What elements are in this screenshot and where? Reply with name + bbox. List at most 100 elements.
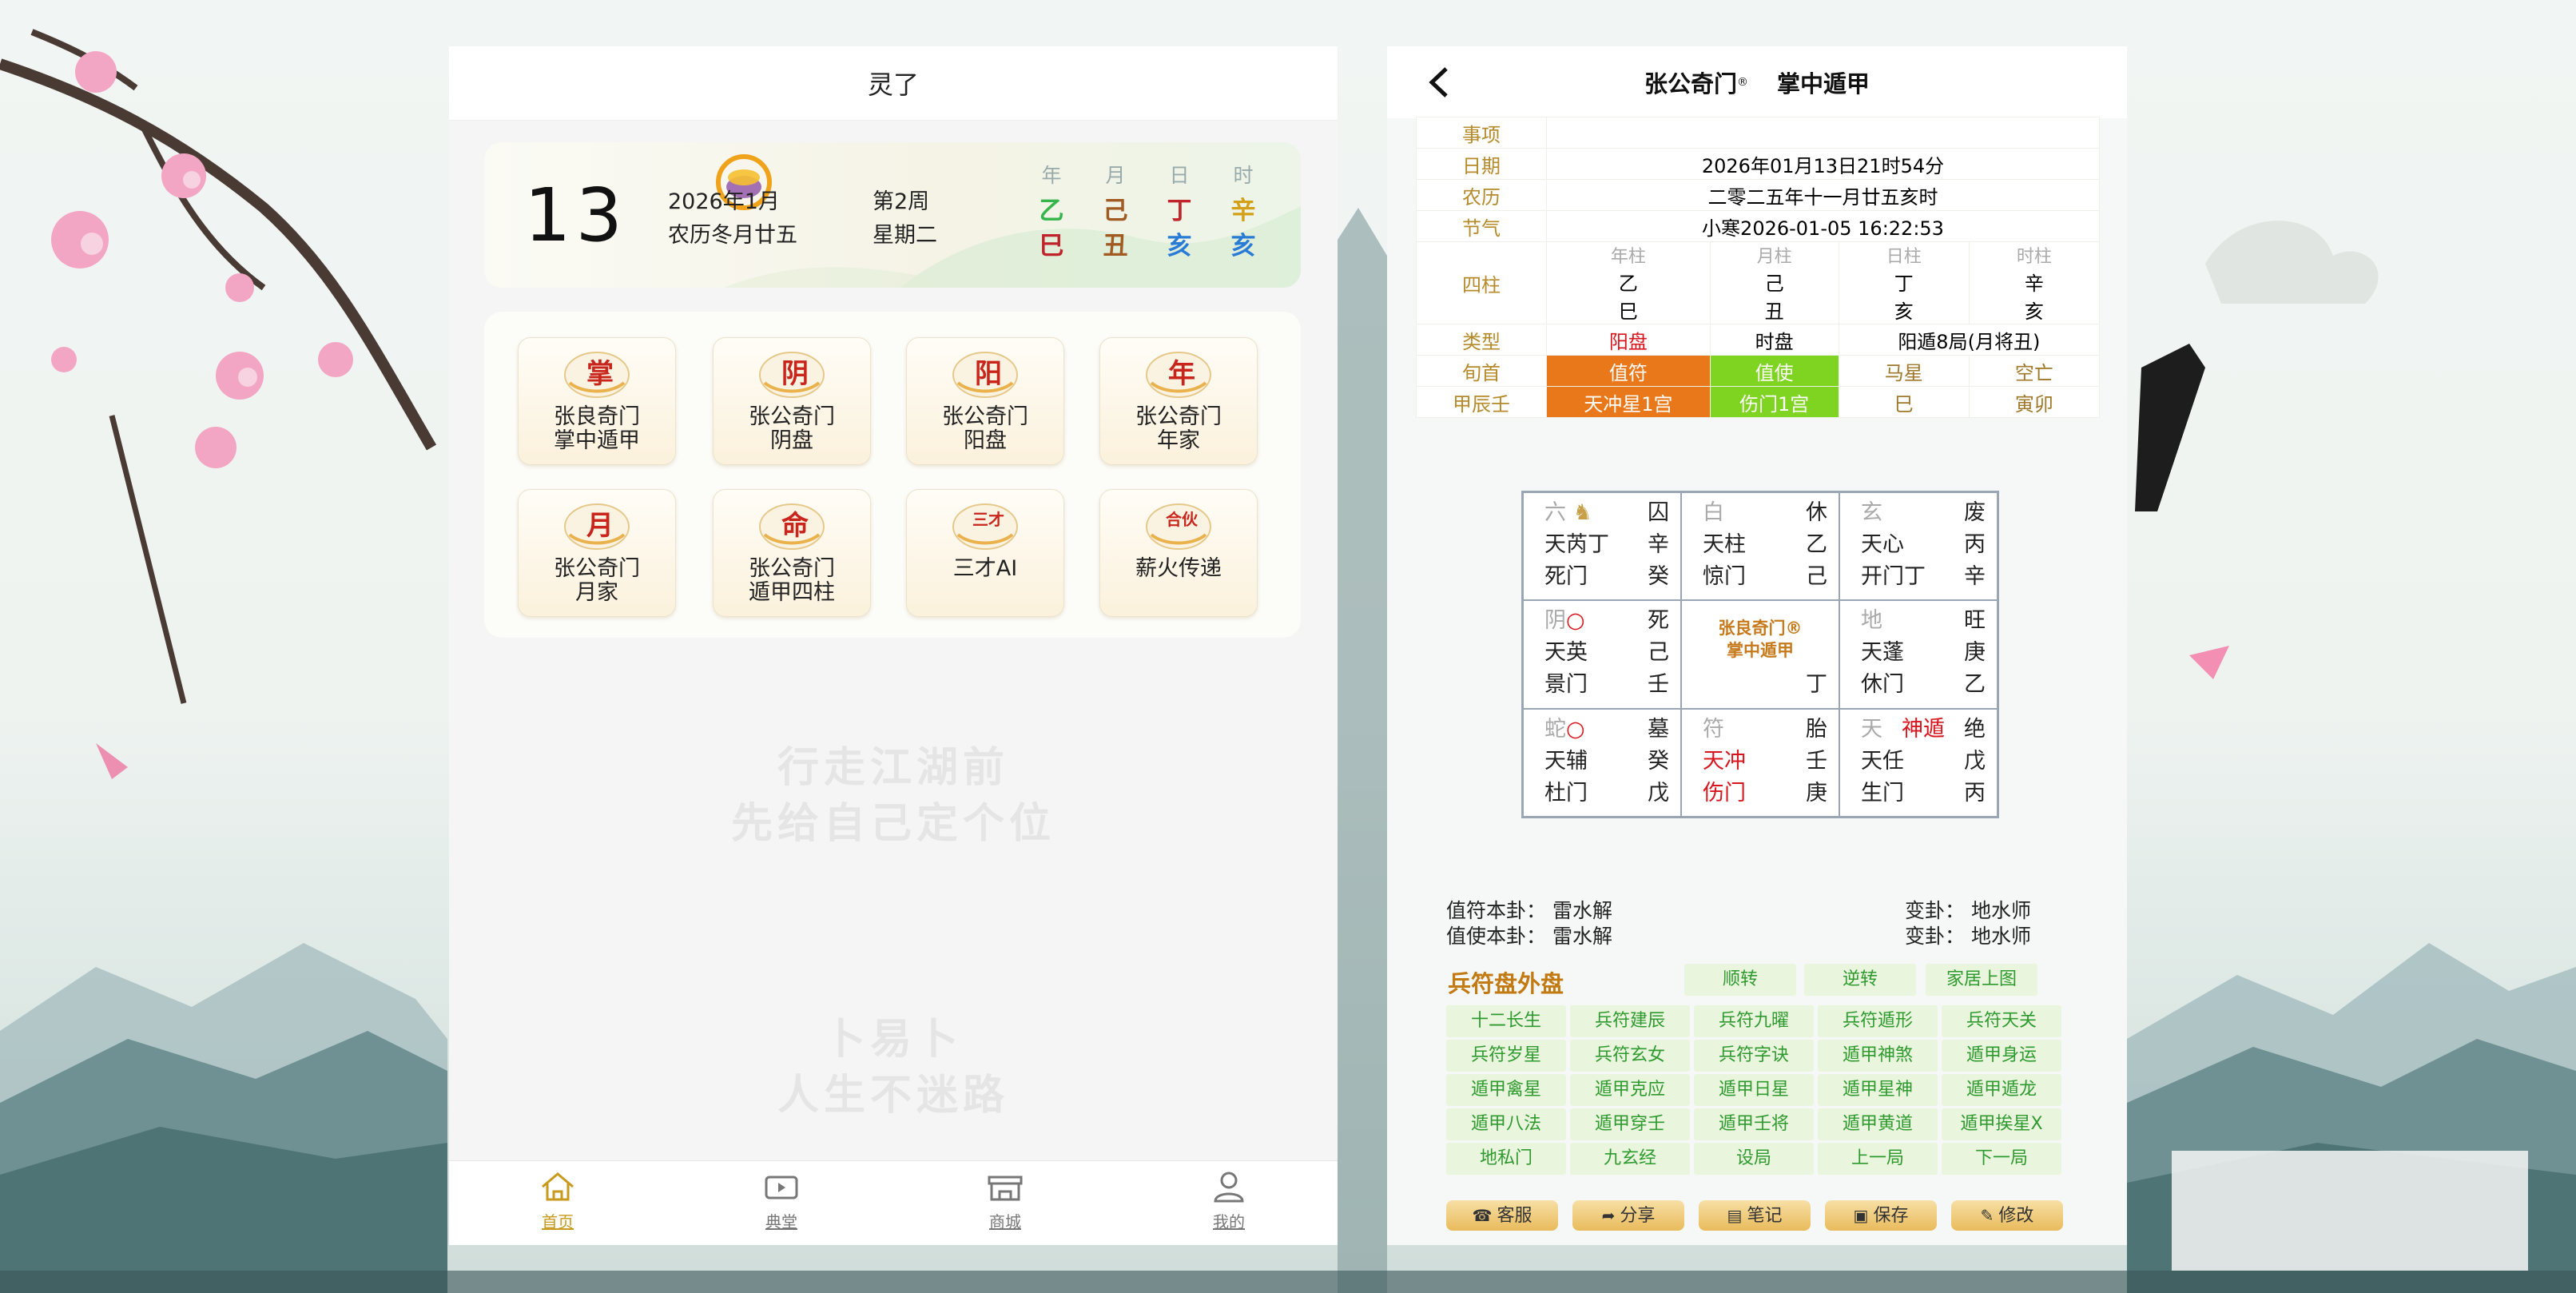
nav-mine[interactable]: 我的	[1181, 1171, 1277, 1232]
outer-plate-button[interactable]: 遁甲遁龙	[1942, 1074, 2061, 1106]
palace-line: 六 ♞ 囚	[1544, 498, 1669, 528]
palace-text-value: 胎	[1806, 716, 1827, 742]
palace-cell-8[interactable]: 符胎天冲壬伤门庚	[1681, 708, 1839, 817]
palace-text-value: 天冲	[1703, 748, 1746, 774]
action-button-2[interactable]: ➦ 分享	[1572, 1200, 1684, 1231]
outer-plate-button[interactable]: 遁甲穿壬	[1570, 1108, 1690, 1140]
lunar-date: 农历冬月廿五	[668, 223, 797, 248]
menu-tile-1[interactable]: 掌张良奇门 掌中遁甲	[518, 337, 676, 465]
horse-icon: ♞	[1566, 500, 1592, 525]
action-button-3[interactable]: ▤ 笔记	[1699, 1200, 1811, 1231]
menu-tile-8[interactable]: 合伙 薪火传递	[1099, 489, 1258, 617]
outer-plate-button[interactable]: 遁甲挨星X	[1942, 1108, 2061, 1140]
nav-hall[interactable]: 典堂	[733, 1171, 829, 1232]
outer-plate-button[interactable]: 上一局	[1818, 1143, 1938, 1175]
tile-label-line1: 三才AI	[952, 556, 1018, 581]
outer-plate-button[interactable]: 兵符字诀	[1694, 1040, 1814, 1072]
tile-label-line2: 年家	[1157, 428, 1200, 453]
menu-tile-4[interactable]: 年张公奇门 年家	[1099, 337, 1258, 465]
menu-tile-6[interactable]: 命张公奇门 遁甲四柱	[713, 489, 871, 617]
outer-plate-title: 兵符盘外盘	[1448, 970, 1564, 997]
palace-line: 符胎	[1703, 714, 1827, 745]
outer-plate-button[interactable]: 遁甲八法	[1446, 1108, 1566, 1140]
bian-gua: 变卦： 地水师	[1905, 895, 2031, 924]
menu-tile-5[interactable]: 月张公奇门 月家	[518, 489, 676, 617]
outer-plate-button[interactable]: 遁甲禽星	[1446, 1074, 1566, 1106]
tile-label: 张公奇门 年家	[1100, 405, 1257, 453]
back-icon[interactable]	[1422, 64, 1454, 101]
outer-plate-button[interactable]: 遁甲神煞	[1818, 1040, 1938, 1072]
outer-plate-button[interactable]: 设局	[1694, 1143, 1814, 1175]
watermark-line: 卜易卜	[823, 1015, 963, 1064]
palace-text-value: 废	[1964, 500, 1986, 525]
emblem-text: 年	[1168, 358, 1195, 390]
palace-text-value: 己	[1806, 564, 1827, 589]
palace-text-value: 开门丁	[1861, 564, 1926, 589]
palace-cell-1[interactable]: 六 ♞ 囚天芮丁 辛死门 癸	[1523, 492, 1681, 601]
solar-term-label: 节气	[1416, 210, 1547, 242]
xunshou-label: 旬首	[1416, 355, 1547, 387]
outer-plate-button[interactable]: 遁甲日星	[1694, 1074, 1814, 1106]
outer-plate-button[interactable]: 遁甲克应	[1570, 1074, 1690, 1106]
week-number: 第2周	[873, 189, 930, 214]
service-icon: ☎	[1472, 1206, 1493, 1225]
rotate-button-1[interactable]: 顺转	[1684, 964, 1796, 996]
ganzhi-branch: 丑	[1103, 232, 1128, 261]
action-button-5[interactable]: ✎ 修改	[1951, 1200, 2063, 1231]
header-title: 张公奇门	[1644, 70, 1737, 97]
outer-plate-button[interactable]: 遁甲黄道	[1818, 1108, 1938, 1140]
nav-home[interactable]: 首页	[510, 1171, 606, 1232]
palace-text-value: 符	[1703, 716, 1724, 742]
menu-tile-2[interactable]: 阴张公奇门 阴盘	[713, 337, 871, 465]
outer-plate-button[interactable]: 兵符天关	[1942, 1005, 2061, 1037]
menu-tile-3[interactable]: 阳张公奇门 阳盘	[906, 337, 1064, 465]
palace-text-value: 丙	[1964, 780, 1986, 806]
palace-line: 天柱 乙	[1703, 530, 1827, 560]
palace-line: 白休	[1703, 498, 1827, 528]
rotate-button-3[interactable]: 家居上图	[1926, 964, 2037, 996]
outer-plate-button[interactable]: 兵符遁形	[1818, 1005, 1938, 1037]
nav-shop[interactable]: 商城	[957, 1171, 1053, 1232]
palace-cell-6[interactable]: 地旺天蓬庚休门乙	[1839, 600, 1998, 709]
outer-plate-button[interactable]: 九玄经	[1570, 1143, 1690, 1175]
rotate-button-2[interactable]: 逆转	[1804, 964, 1916, 996]
outer-plate-button[interactable]: 遁甲身运	[1942, 1040, 2061, 1072]
outer-plate-button[interactable]: 地私门	[1446, 1143, 1566, 1175]
header-subtitle: 掌中遁甲	[1777, 70, 1870, 97]
pillar-stem: 丁	[1894, 273, 1914, 295]
tile-label-line2: 月家	[575, 580, 618, 605]
outer-plate-button[interactable]: 兵符岁星	[1446, 1040, 1566, 1072]
outer-plate-button[interactable]: 十二长生	[1446, 1005, 1566, 1037]
outer-plate-button[interactable]: 兵符玄女	[1570, 1040, 1690, 1072]
palace-text-value: 蛇	[1544, 716, 1566, 742]
outer-plate-button[interactable]: 遁甲星神	[1818, 1074, 1938, 1106]
action-button-4[interactable]: ▣ 保存	[1825, 1200, 1937, 1231]
menu-tile-7[interactable]: 三才 三才AI	[906, 489, 1064, 617]
palace-cell-7[interactable]: 蛇○ 墓天辅 癸杜门 戊	[1523, 708, 1681, 817]
zhifu-gua: 值符本卦： 雷水解	[1446, 895, 1612, 924]
palace-text: 囚	[1648, 498, 1669, 528]
outer-plate-button[interactable]: 遁甲壬将	[1694, 1108, 1814, 1140]
outer-plate-button[interactable]: 兵符建辰	[1570, 1005, 1690, 1037]
action-label: 笔记	[1747, 1206, 1783, 1226]
palace-text: 绝	[1964, 714, 1986, 745]
tile-label-line1: 张公奇门	[554, 556, 640, 581]
palace-line: 天蓬 庚	[1861, 638, 1986, 668]
ganzhi-column: 日丁亥	[1155, 160, 1203, 264]
palace-cell-4[interactable]: 阴○ 死天英 己景门 壬	[1523, 600, 1681, 709]
palace-cell-2[interactable]: 白休天柱乙惊门己	[1681, 492, 1839, 601]
palace-cell-5[interactable]: 张良奇门® 掌中遁甲丁	[1681, 600, 1839, 709]
ju-number: 阳遁8局(月将丑)	[1838, 324, 2101, 356]
pillar-stem: 己	[1764, 273, 1784, 295]
palace-cell-3[interactable]: 玄废天心丙开门丁辛	[1839, 492, 1998, 601]
tile-emblem-icon: 阴	[759, 352, 825, 398]
outer-plate-button[interactable]: 兵符九曜	[1694, 1005, 1814, 1037]
nav-label: 我的	[1213, 1212, 1245, 1231]
bian-gua-value: 地水师	[1970, 925, 2031, 948]
palace-cell-9[interactable]: 天神遁绝天任 戊生门 丙	[1839, 708, 1998, 817]
outer-plate-button[interactable]: 下一局	[1942, 1143, 2061, 1175]
ganzhi-stem: 己	[1103, 197, 1128, 225]
action-button-1[interactable]: ☎ 客服	[1446, 1200, 1558, 1231]
tile-label-line1: 张公奇门	[749, 404, 835, 429]
registered-mark: ®	[1737, 76, 1748, 89]
